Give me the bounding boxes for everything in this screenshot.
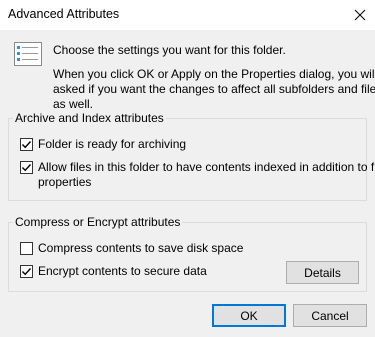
index-label-line: properties bbox=[38, 175, 92, 189]
ok-button[interactable]: OK bbox=[212, 304, 286, 327]
encrypt-checkbox-row[interactable]: Encrypt contents to secure data bbox=[20, 264, 207, 279]
archive-checkbox[interactable] bbox=[20, 138, 33, 151]
title-bar: Advanced Attributes bbox=[0, 0, 375, 30]
archive-checkbox-row[interactable]: Folder is ready for archiving bbox=[20, 137, 186, 152]
checkmark-icon bbox=[21, 164, 32, 172]
encrypt-checkbox-label: Encrypt contents to secure data bbox=[38, 264, 207, 278]
archive-group-label: Archive and Index attributes bbox=[13, 111, 166, 125]
details-button[interactable]: Details bbox=[286, 261, 359, 284]
index-checkbox-label: Allow files in this folder to have conte… bbox=[38, 160, 375, 190]
index-checkbox-row[interactable]: Allow files in this folder to have conte… bbox=[20, 160, 375, 190]
compress-group-label: Compress or Encrypt attributes bbox=[13, 215, 183, 229]
index-label-line: Allow files in this folder to have conte… bbox=[38, 160, 375, 174]
advanced-attributes-dialog: Advanced Attributes Choose the settings … bbox=[0, 0, 375, 337]
encrypt-checkbox[interactable] bbox=[20, 265, 33, 278]
intro-text: Choose the settings you want for this fo… bbox=[53, 43, 375, 112]
index-checkbox[interactable] bbox=[20, 161, 33, 174]
compress-checkbox-label: Compress contents to save disk space bbox=[38, 241, 244, 255]
close-button[interactable] bbox=[345, 0, 375, 30]
intro-line: as well. bbox=[53, 97, 94, 111]
close-icon bbox=[354, 9, 366, 21]
window-title: Advanced Attributes bbox=[8, 7, 120, 21]
intro-line: When you click OK or Apply on the Proper… bbox=[53, 67, 375, 81]
folder-settings-icon bbox=[14, 42, 42, 66]
checkmark-icon bbox=[21, 141, 32, 149]
compress-checkbox-row[interactable]: Compress contents to save disk space bbox=[20, 241, 243, 256]
archive-checkbox-label: Folder is ready for archiving bbox=[38, 137, 187, 151]
intro-line: Choose the settings you want for this fo… bbox=[53, 43, 286, 57]
checkmark-icon bbox=[21, 268, 32, 276]
compress-checkbox[interactable] bbox=[20, 242, 33, 255]
cancel-button[interactable]: Cancel bbox=[293, 304, 367, 327]
intro-line: asked if you want the changes to affect … bbox=[53, 82, 375, 96]
